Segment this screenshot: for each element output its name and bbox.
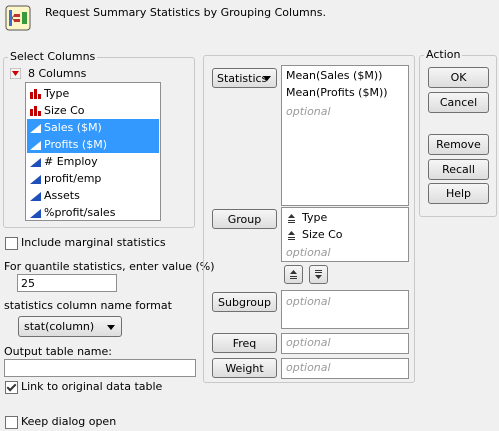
name-format-label: statistics column name format <box>4 299 172 312</box>
freq-button[interactable]: Freq <box>212 333 277 353</box>
subgroup-optional-hint: optional <box>286 295 331 308</box>
statistics-button[interactable]: Statistics <box>212 68 277 88</box>
chevron-down-icon <box>107 325 115 330</box>
remove-button[interactable]: Remove <box>428 134 489 155</box>
nominal-bar-icon <box>30 88 41 99</box>
quantile-input[interactable]: 25 <box>17 274 117 292</box>
column-list-item[interactable]: Assets <box>27 187 159 204</box>
group-button[interactable]: Group <box>212 209 277 229</box>
name-format-dropdown[interactable]: stat(column) <box>18 316 122 337</box>
weight-button-label: Weight <box>225 361 264 375</box>
continuous-triangle-icon <box>30 190 41 201</box>
group-item[interactable]: Type <box>302 211 327 224</box>
help-button-label: Help <box>445 187 472 200</box>
statistics-button-label: Statistics <box>217 71 268 85</box>
column-list-item-label: Size Co <box>44 104 85 117</box>
sort-descending-icon <box>315 270 322 279</box>
column-list-item-label: %profit/sales <box>44 206 116 219</box>
keep-open-checkbox[interactable] <box>5 416 18 429</box>
weight-button[interactable]: Weight <box>212 358 277 378</box>
weight-optional-hint: optional <box>286 361 331 374</box>
subgroup-button[interactable]: Subgroup <box>212 292 277 312</box>
freq-optional-hint: optional <box>286 336 331 349</box>
continuous-triangle-icon <box>30 173 41 184</box>
sort-ascending-icon <box>290 270 297 279</box>
remove-button-label: Remove <box>436 138 481 151</box>
column-list-item[interactable]: Profits ($M) <box>27 136 159 153</box>
column-list-item-label: Type <box>44 87 70 100</box>
column-list-item[interactable]: Size Co <box>27 102 159 119</box>
group-item[interactable]: Size Co <box>302 228 343 241</box>
statistics-item[interactable]: Mean(Profits ($M)) <box>286 86 388 99</box>
column-list-item-label: # Employ <box>44 155 98 168</box>
cancel-button-label: Cancel <box>439 96 478 109</box>
statistics-optional-hint: optional <box>286 105 331 118</box>
weight-list[interactable]: optional <box>281 358 409 379</box>
marginal-stats-checkbox[interactable] <box>5 237 18 250</box>
group-optional-hint: optional <box>286 246 331 259</box>
nominal-bar-icon <box>30 105 41 116</box>
column-list-item-label: profit/emp <box>44 172 102 185</box>
group-button-label: Group <box>227 212 262 226</box>
keep-open-label: Keep dialog open <box>21 415 117 428</box>
column-list-item[interactable]: Sales ($M) <box>27 119 159 136</box>
column-list-item[interactable]: # Employ <box>27 153 159 170</box>
column-list-item[interactable]: %profit/sales <box>27 204 159 220</box>
continuous-triangle-icon <box>30 207 41 218</box>
action-legend: Action <box>424 48 463 61</box>
dialog-title: Request Summary Statistics by Grouping C… <box>45 6 326 19</box>
summary-app-icon <box>5 5 31 31</box>
ok-button-label: OK <box>450 71 467 84</box>
link-original-checkbox[interactable] <box>5 381 18 394</box>
column-list-item[interactable]: Type <box>27 85 159 102</box>
continuous-triangle-icon <box>30 156 41 167</box>
select-columns-legend: Select Columns <box>8 50 98 63</box>
cancel-button[interactable]: Cancel <box>428 92 489 113</box>
group-list[interactable]: Type Size Co optional <box>281 207 409 262</box>
sort-descending-button[interactable] <box>309 265 328 284</box>
column-list-item[interactable]: profit/emp <box>27 170 159 187</box>
column-list[interactable]: Type Size Co Sales ($M) Profits ($M) # Emplo… <box>25 82 161 221</box>
output-table-input[interactable] <box>4 359 196 377</box>
output-table-label: Output table name: <box>4 345 112 358</box>
column-list-item-label: Profits ($M) <box>44 138 107 151</box>
sort-ascending-icon <box>287 213 296 223</box>
column-count-label: 8 Columns <box>28 67 87 80</box>
ok-button[interactable]: OK <box>428 67 489 88</box>
freq-list[interactable]: optional <box>281 333 409 354</box>
marginal-stats-label: Include marginal statistics <box>21 236 166 249</box>
continuous-triangle-icon <box>30 139 41 150</box>
chevron-down-icon <box>263 76 271 81</box>
statistics-list[interactable]: Mean(Sales ($M)) Mean(Profits ($M)) opti… <box>281 65 409 206</box>
column-list-item-label: Sales ($M) <box>44 121 102 134</box>
sort-ascending-icon <box>287 230 296 240</box>
freq-button-label: Freq <box>232 336 257 350</box>
sort-ascending-button[interactable] <box>284 265 303 284</box>
continuous-triangle-icon <box>30 122 41 133</box>
statistics-item[interactable]: Mean(Sales ($M)) <box>286 69 382 82</box>
subgroup-button-label: Subgroup <box>218 295 271 309</box>
link-original-label: Link to original data table <box>21 380 163 393</box>
subgroup-list[interactable]: optional <box>281 290 409 329</box>
name-format-value: stat(column) <box>24 320 95 333</box>
quantile-label: For quantile statistics, enter value (%) <box>4 260 215 273</box>
help-button[interactable]: Help <box>428 183 489 204</box>
red-triangle-menu-icon[interactable] <box>9 67 22 80</box>
recall-button-label: Recall <box>442 163 475 176</box>
recall-button[interactable]: Recall <box>428 159 489 180</box>
column-list-item-label: Assets <box>44 189 80 202</box>
